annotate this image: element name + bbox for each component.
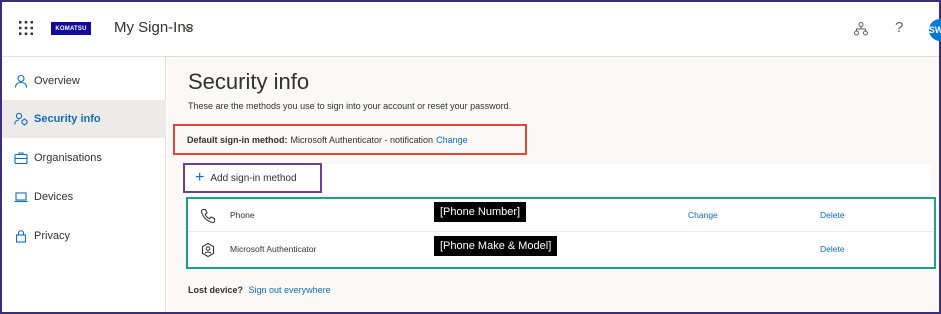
chevron-down-icon[interactable] [182,23,194,33]
delete-authenticator-link[interactable]: Delete [820,244,845,254]
default-method-value: Microsoft Authenticator - notification [290,134,434,145]
method-detail-redacted: [Phone Number] [434,202,527,222]
change-default-link[interactable]: Change [436,135,468,145]
method-name: Phone [230,210,255,220]
sidebar-item-privacy[interactable]: Privacy [2,217,166,255]
laptop-icon [14,192,28,203]
authenticator-icon [202,242,214,258]
sidebar-item-devices[interactable]: Devices [2,178,166,216]
sign-out-everywhere-link[interactable]: Sign out everywhere [249,285,331,295]
top-header: KOMATSU My Sign-Ins ? SW [2,2,941,57]
lost-device-label: Lost device? [188,285,244,295]
sidebar-item-organisations[interactable]: Organisations [2,139,166,177]
page-description: These are the methods you use to sign in… [188,101,512,111]
lost-device-section: Lost device? Sign out everywhere [188,285,331,295]
sidebar-item-security-info[interactable]: Security info [2,100,166,138]
plus-icon: + [195,169,205,186]
main-content: Security info These are the methods you … [167,57,939,312]
page-title: Security info [188,69,310,94]
sidebar-item-label: Overview [34,75,80,87]
method-name: Microsoft Authenticator [230,244,317,254]
person-icon [14,74,28,88]
sidebar: Overview Security info Organisations Dev… [2,57,166,312]
lock-icon [15,230,27,243]
delete-phone-link[interactable]: Delete [820,210,845,220]
add-method-label: Add sign-in method [210,172,297,184]
briefcase-icon [14,152,28,165]
sidebar-item-label: Organisations [34,152,102,164]
help-icon[interactable]: ? [895,19,903,36]
sidebar-item-overview[interactable]: Overview [2,62,166,100]
sidebar-item-label: Privacy [34,230,71,242]
organization-icon[interactable] [853,21,869,37]
change-phone-link[interactable]: Change [688,210,718,220]
avatar[interactable]: SW [929,19,941,41]
methods-list: Phone [Phone Number] Change Delete Micro… [186,197,936,269]
method-row-authenticator: Microsoft Authenticator [Phone Make & Mo… [188,233,934,266]
sidebar-item-label: Devices [34,191,74,203]
method-row-phone: Phone [Phone Number] Change Delete [188,199,934,232]
phone-icon [200,209,215,224]
waffle-icon[interactable] [18,20,34,36]
add-sign-in-method-button[interactable]: + Add sign-in method [183,163,322,193]
sidebar-item-label: Security info [34,113,101,125]
default-method-label: Default sign-in method: [187,134,288,145]
method-detail-redacted: [Phone Make & Model] [434,236,558,256]
default-sign-in-method: Default sign-in method: Microsoft Authen… [173,124,527,155]
company-logo: KOMATSU [51,22,91,35]
security-person-icon [14,112,28,126]
